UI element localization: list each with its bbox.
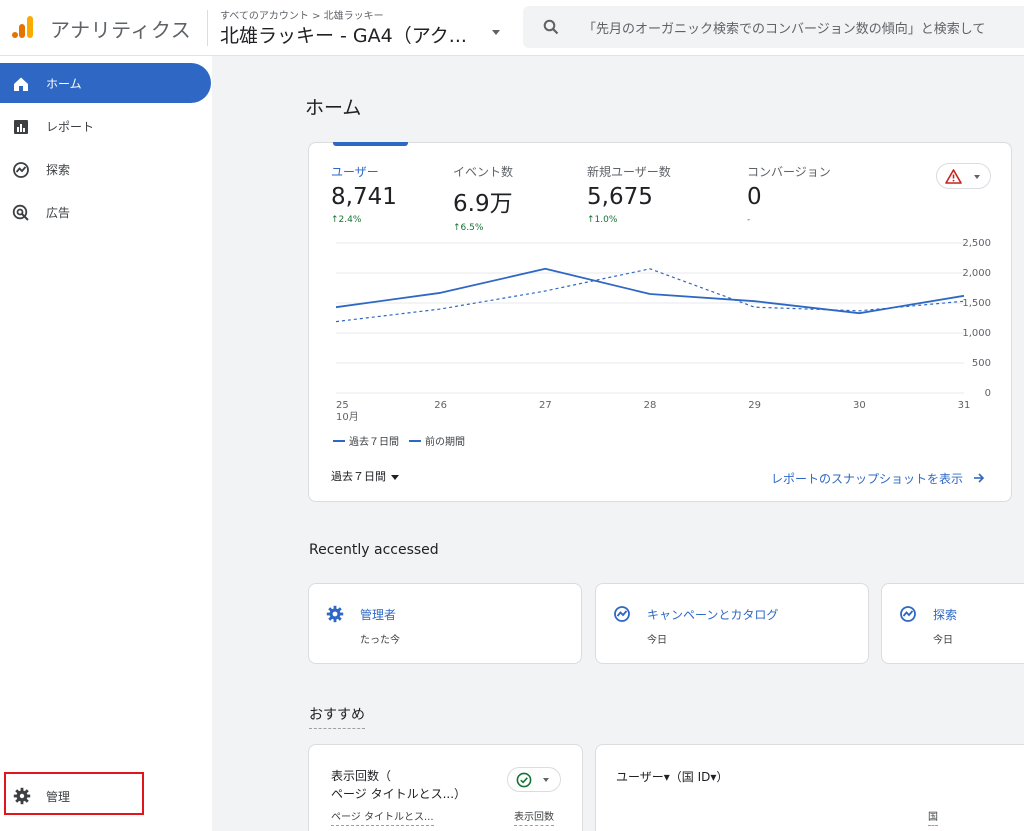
chart-legend: 過去７日間 前の期間 bbox=[333, 433, 465, 448]
explore-icon bbox=[13, 162, 29, 178]
gear-icon bbox=[326, 605, 344, 623]
reports-icon bbox=[14, 120, 28, 134]
rec-card-status-button[interactable] bbox=[507, 767, 561, 792]
recent-card-time: 今日 bbox=[647, 635, 667, 646]
sidebar-item-label: 広告 bbox=[46, 206, 71, 220]
app-name: アナリティクス bbox=[50, 18, 192, 42]
date-range-selector[interactable]: 過去７日間 bbox=[331, 468, 399, 484]
highlight-box bbox=[4, 772, 144, 815]
x-tick-label: 28 bbox=[644, 400, 657, 411]
recent-card-campaigns[interactable]: キャンペーンとカタログ 今日 bbox=[595, 583, 869, 664]
chevron-down-icon bbox=[543, 778, 549, 782]
recent-card-title: 探索 bbox=[933, 608, 958, 622]
metric-label: コンバージョン bbox=[747, 165, 831, 179]
sidebar-item-label: レポート bbox=[46, 120, 95, 134]
metric-change: ↑1.0% bbox=[587, 215, 618, 225]
search-placeholder: 「先月のオーガニック検索でのコンバージョン数の傾向」と検索して bbox=[583, 22, 986, 37]
chevron-down-icon bbox=[974, 175, 980, 179]
y-tick-label: 1,000 bbox=[962, 328, 991, 339]
recommendation-card-users: ユーザー▾（国 ID▾） 国 bbox=[595, 744, 1024, 831]
sidebar: ホーム レポート 探索 広告 bbox=[0, 56, 212, 831]
property-selector[interactable]: 北雄ラッキー - GA4（アク... bbox=[220, 21, 510, 49]
sidebar-item-explore[interactable]: 探索 bbox=[0, 149, 212, 189]
recommendation-card-views: 表示回数（ ページ タイトルとス...） ページ タイトルとス... 表示回数 bbox=[308, 744, 583, 831]
metric-conversions[interactable]: コンバージョン 0 - bbox=[747, 163, 897, 225]
x-tick-label: 25 bbox=[336, 400, 349, 411]
column-header-page-title[interactable]: ページ タイトルとス... bbox=[331, 808, 434, 826]
property-name: 北雄ラッキー - GA4（アク... bbox=[220, 25, 467, 47]
series-line-current bbox=[335, 267, 965, 315]
legend-swatch-solid bbox=[333, 439, 345, 442]
sidebar-item-home[interactable]: ホーム bbox=[0, 63, 211, 103]
recent-card-time: たった今 bbox=[360, 635, 400, 646]
sidebar-item-label: ホーム bbox=[46, 77, 82, 91]
x-tick-label: 29 bbox=[748, 400, 761, 411]
metric-change: - bbox=[747, 215, 751, 225]
date-range-label: 過去７日間 bbox=[331, 470, 386, 483]
metric-label: イベント数 bbox=[453, 165, 514, 179]
recent-card-explore[interactable]: 探索 今日 bbox=[881, 583, 1024, 664]
sidebar-item-reports[interactable]: レポート bbox=[0, 106, 212, 146]
recent-card-title: 管理者 bbox=[360, 608, 397, 622]
sidebar-item-label: 探索 bbox=[46, 163, 71, 177]
metric-value: 0 bbox=[747, 184, 762, 210]
metric-new-users[interactable]: 新規ユーザー数 5,675 ↑1.0% bbox=[587, 163, 737, 225]
snapshot-link-label: レポートのスナップショットを表示 bbox=[771, 472, 964, 486]
recent-card-title: キャンペーンとカタログ bbox=[647, 608, 779, 622]
legend-label-previous: 前の期間 bbox=[425, 437, 465, 448]
y-tick-label: 2,500 bbox=[962, 238, 991, 249]
sidebar-item-advertising[interactable]: 広告 bbox=[0, 192, 212, 232]
analytics-app: アナリティクス すべてのアカウント > 北雄ラッキー 北雄ラッキー - GA4（… bbox=[0, 0, 1024, 831]
breadcrumb[interactable]: すべてのアカウント > 北雄ラッキー bbox=[220, 7, 384, 22]
header-divider bbox=[207, 10, 208, 46]
x-tick-label: 31 bbox=[958, 400, 971, 411]
line-chart: 2,500 2,000 1,500 1,000 500 0 25 26 27 28 29 30 31 10… bbox=[335, 238, 991, 423]
column-header-views[interactable]: 表示回数 bbox=[514, 808, 554, 826]
advertising-icon bbox=[12, 204, 29, 221]
search-bar[interactable]: 「先月のオーガニック検索でのコンバージョン数の傾向」と検索して bbox=[523, 6, 1024, 48]
x-month-label: 10月 bbox=[336, 411, 359, 423]
y-tick-label: 1,500 bbox=[962, 298, 991, 309]
metric-value: 5,675 bbox=[587, 184, 653, 210]
rec-card-title: 表示回数（ ページ タイトルとス...） bbox=[331, 767, 466, 803]
y-tick-label: 500 bbox=[972, 358, 991, 369]
analytics-logo-icon bbox=[12, 16, 33, 38]
legend-label-current: 過去７日間 bbox=[349, 437, 399, 448]
explore-icon bbox=[614, 606, 630, 622]
recently-accessed-heading: Recently accessed bbox=[309, 542, 439, 558]
dropdown-arrow-icon bbox=[391, 474, 399, 480]
selected-tab-indicator bbox=[333, 142, 408, 146]
rec-card-title[interactable]: ユーザー▾（国 ID▾） bbox=[616, 768, 728, 785]
view-snapshot-link[interactable]: レポートのスナップショットを表示 bbox=[771, 470, 985, 487]
metric-events[interactable]: イベント数 6.9万 ↑6.5% bbox=[453, 163, 603, 233]
rec-card-title-line1: 表示回数（ bbox=[331, 769, 392, 783]
warning-icon bbox=[945, 169, 962, 184]
rec-card-title-line2: ページ タイトルとス...） bbox=[331, 787, 467, 801]
chevron-down-icon bbox=[492, 30, 500, 35]
column-header-country[interactable]: 国 bbox=[928, 808, 938, 826]
arrow-right-icon bbox=[973, 473, 984, 483]
x-tick-label: 26 bbox=[434, 400, 447, 411]
page-title: ホーム bbox=[305, 97, 362, 119]
insights-warning-button[interactable] bbox=[936, 163, 991, 189]
search-icon bbox=[543, 19, 559, 35]
explore-icon bbox=[900, 606, 916, 622]
metric-value: 6.9万 bbox=[453, 191, 513, 217]
check-circle-icon bbox=[516, 772, 532, 788]
x-tick-label: 27 bbox=[539, 400, 552, 411]
top-header: アナリティクス すべてのアカウント > 北雄ラッキー 北雄ラッキー - GA4（… bbox=[0, 0, 1024, 56]
metric-label: 新規ユーザー数 bbox=[587, 165, 671, 179]
home-icon bbox=[14, 77, 28, 91]
recommendations-heading: おすすめ bbox=[309, 704, 365, 729]
y-tick-label: 2,000 bbox=[962, 268, 991, 279]
series-line-previous bbox=[335, 268, 965, 323]
legend-swatch-dashed bbox=[409, 439, 421, 442]
summary-card: ユーザー 8,741 ↑2.4% イベント数 6.9万 ↑6.5% 新規ユーザー… bbox=[308, 142, 1012, 502]
y-tick-label: 0 bbox=[985, 388, 991, 399]
metric-change: ↑6.5% bbox=[453, 223, 484, 233]
x-tick-label: 30 bbox=[853, 400, 866, 411]
recent-card-admin[interactable]: 管理者 たった今 bbox=[308, 583, 582, 664]
recent-card-time: 今日 bbox=[933, 635, 953, 646]
